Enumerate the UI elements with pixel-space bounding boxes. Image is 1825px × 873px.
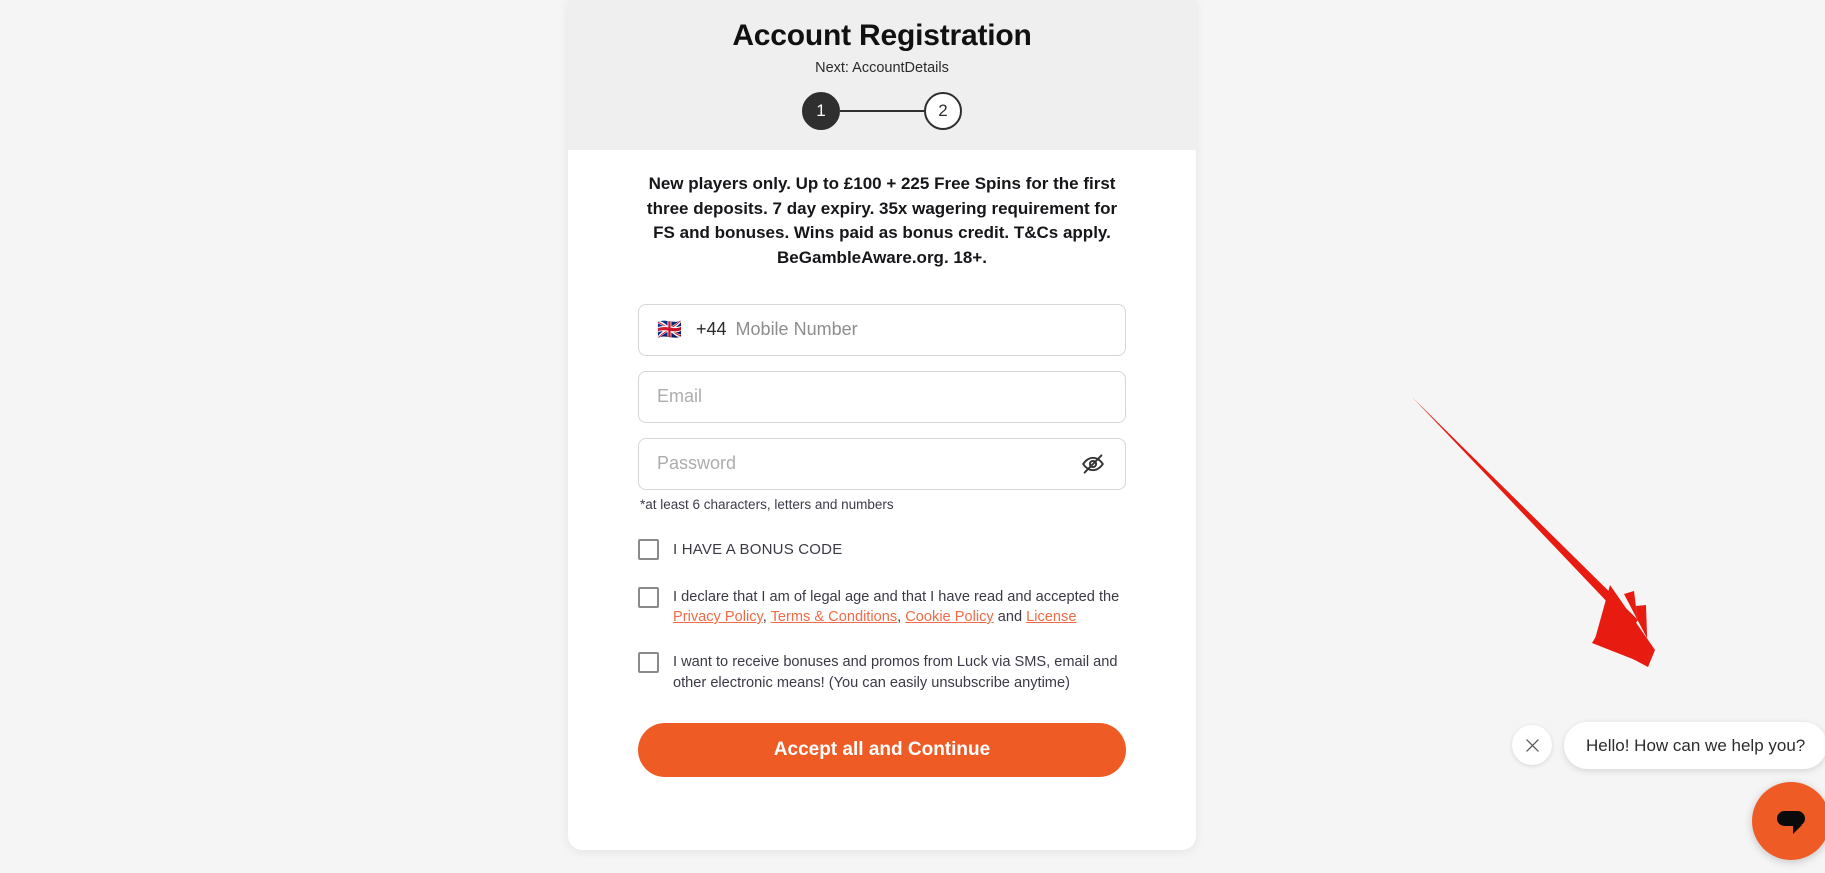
password-hint: *at least 6 characters, letters and numb… (640, 496, 894, 512)
next-step-subtitle: Next: AccountDetails (815, 60, 949, 76)
license-link[interactable]: License (1026, 609, 1076, 625)
bonus-code-checkbox[interactable] (638, 538, 659, 560)
terms-conditions-link[interactable]: Terms & Conditions (771, 609, 898, 625)
email-field[interactable]: Email (638, 370, 1126, 423)
bonus-code-label: I HAVE A BONUS CODE (673, 540, 843, 558)
form-fields: 🇬🇧 +44 Mobile Number Email Password *at … (638, 303, 1126, 512)
uk-flag-icon: 🇬🇧 (657, 318, 682, 341)
step-connector-line (840, 110, 924, 112)
card-body: New players only. Up to £100 + 225 Free … (568, 172, 1196, 778)
page-root: Account Registration Next: AccountDetail… (0, 0, 1825, 873)
step-indicator: 1 2 (588, 92, 1176, 130)
chat-close-button[interactable] (1512, 725, 1552, 765)
registration-card: Account Registration Next: AccountDetail… (568, 0, 1196, 850)
legal-age-checkbox[interactable] (638, 586, 659, 608)
page-title: Account Registration (732, 19, 1032, 52)
password-field[interactable]: Password (638, 437, 1126, 490)
password-placeholder: Password (657, 453, 737, 474)
arrow-pointer-icon (1410, 395, 1690, 695)
legal-text-prefix: I declare that I am of legal age and tha… (673, 588, 1120, 605)
legal-sep-3: and (993, 608, 1027, 625)
privacy-policy-link[interactable]: Privacy Policy (673, 609, 763, 625)
legal-age-label: I declare that I am of legal age and tha… (673, 586, 1126, 628)
legal-sep-1: , (762, 608, 771, 625)
chat-bubble-icon (1777, 811, 1805, 834)
step-1[interactable]: 1 (802, 92, 840, 130)
marketing-optin-label: I want to receive bonuses and promos fro… (673, 654, 1118, 691)
mobile-number-input[interactable]: 🇬🇧 +44 Mobile Number (638, 303, 1126, 356)
marketing-optin-row[interactable]: I want to receive bonuses and promos fro… (638, 651, 1126, 693)
close-icon (1525, 738, 1539, 752)
cookie-policy-link[interactable]: Cookie Policy (905, 609, 993, 625)
eye-off-icon[interactable] (1081, 452, 1105, 476)
legal-age-row[interactable]: I declare that I am of legal age and tha… (638, 586, 1126, 628)
chat-launcher-button[interactable] (1752, 782, 1825, 860)
step-2[interactable]: 2 (924, 92, 962, 130)
email-placeholder: Email (657, 386, 703, 407)
bonus-code-row[interactable]: I HAVE A BONUS CODE (638, 538, 1126, 560)
chat-greeting-bubble[interactable]: Hello! How can we help you? (1564, 722, 1825, 769)
accept-and-continue-button[interactable]: Accept all and Continue (638, 723, 1126, 778)
dial-code-label: +44 (696, 319, 727, 340)
promo-terms-text: New players only. Up to £100 + 225 Free … (646, 174, 1118, 267)
card-header: Account Registration Next: AccountDetail… (568, 0, 1196, 150)
mobile-placeholder: Mobile Number (735, 319, 858, 340)
marketing-optin-checkbox[interactable] (638, 652, 659, 674)
